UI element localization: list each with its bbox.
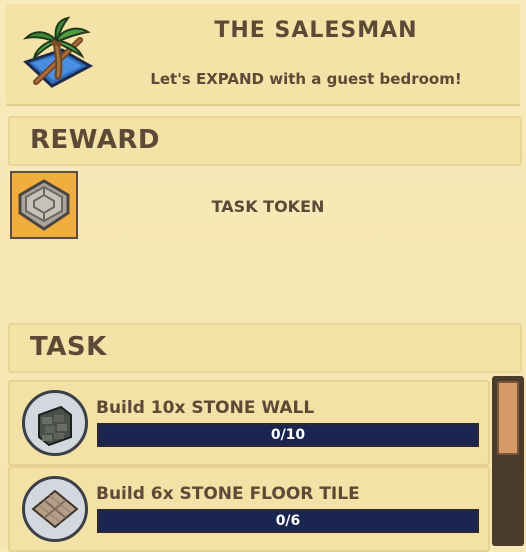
quest-header: THE SALESMAN Let's EXPAND with a guest b… [6, 4, 520, 106]
quest-subtitle: Let's EXPAND with a guest bedroom! [150, 70, 462, 88]
task-progress-bar: 0/6 [97, 509, 479, 533]
reward-item-label: TASK TOKEN [211, 197, 325, 216]
quest-panel: THE SALESMAN Let's EXPAND with a guest b… [0, 0, 526, 552]
stone-floor-tile-icon [22, 476, 88, 542]
palm-tree-island-icon [22, 16, 94, 88]
task-section-label: TASK [30, 332, 107, 362]
task-token-icon [18, 179, 70, 231]
task-list-scrollbar[interactable] [492, 376, 524, 546]
scrollbar-thumb[interactable] [497, 381, 519, 455]
task-progress-text: 0/10 [270, 427, 306, 443]
reward-section-header: REWARD [8, 116, 522, 166]
task-section-header: TASK [8, 323, 522, 373]
reward-item-slot[interactable] [10, 171, 78, 239]
task-progress-bar: 0/10 [97, 423, 479, 447]
stone-wall-icon [22, 390, 88, 456]
quest-title: THE SALESMAN [214, 18, 418, 43]
reward-section-label: REWARD [30, 125, 161, 155]
task-item-stone-wall[interactable]: Build 10x STONE WALL 0/10 [8, 380, 490, 466]
task-item-text: Build 10x STONE WALL [96, 398, 315, 418]
task-progress-text: 0/6 [275, 513, 301, 529]
task-item-text: Build 6x STONE FLOOR TILE [96, 484, 360, 504]
task-item-stone-floor-tile[interactable]: Build 6x STONE FLOOR TILE 0/6 [8, 466, 490, 552]
